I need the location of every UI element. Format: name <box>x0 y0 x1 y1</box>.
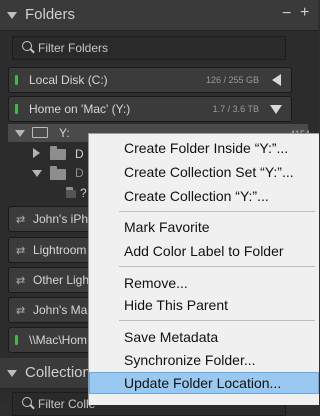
menu-item-create-collection[interactable]: Create Collection “Y:”... <box>89 185 319 207</box>
volume-status-icon <box>15 335 18 345</box>
sync-icon: ⇄ <box>16 275 26 287</box>
menu-item-label: Save Metadata <box>124 329 219 345</box>
menu-item-add-color-label[interactable]: Add Color Label to Folder <box>89 240 319 262</box>
sync-icon: ⇄ <box>16 245 26 257</box>
folders-title: Folders <box>25 6 76 23</box>
menu-item-remove[interactable]: Remove... <box>89 272 319 294</box>
menu-item-label: Remove... <box>124 275 188 291</box>
disclosure-triangle-icon[interactable] <box>32 170 42 177</box>
menu-separator <box>119 211 315 212</box>
menu-item-label: Update Folder Location... <box>124 375 282 391</box>
disclosure-triangle-icon[interactable] <box>33 148 40 158</box>
volume-name: Home on 'Mac' (Y:) <box>29 102 131 116</box>
menu-separator <box>119 320 315 321</box>
menu-item-label: Create Collection “Y:”... <box>124 188 269 204</box>
menu-item-mark-favorite[interactable]: Mark Favorite <box>89 216 319 238</box>
menu-item-synchronize-folder[interactable]: Synchronize Folder... <box>89 349 319 371</box>
filter-folders-placeholder: Filter Folders <box>38 41 109 55</box>
folder-label: D <box>75 147 84 161</box>
menu-item-label: Hide This Parent <box>124 297 229 313</box>
collapse-triangle-icon[interactable] <box>7 12 17 19</box>
search-icon <box>22 397 32 407</box>
volume-name: Lightroom <box>33 243 87 257</box>
folder-icon <box>50 166 66 180</box>
volume-local-disk[interactable]: Local Disk (C:) 126 / 255 GB <box>8 67 292 93</box>
menu-item-label: Create Folder Inside “Y:”... <box>124 140 289 156</box>
volume-name: John's Ma <box>33 303 88 317</box>
collapse-triangle-icon[interactable] <box>7 370 17 377</box>
folder-icon <box>50 146 66 160</box>
remove-folder-button[interactable]: − <box>282 5 291 23</box>
menu-item-label: Synchronize Folder... <box>124 352 256 368</box>
menu-item-save-metadata[interactable]: Save Metadata <box>89 326 319 348</box>
folder-icon <box>66 187 76 198</box>
search-icon <box>22 41 32 51</box>
expand-left-icon[interactable] <box>272 74 281 86</box>
context-menu: Create Folder Inside “Y:”... Create Coll… <box>88 133 319 405</box>
disclosure-triangle-icon[interactable] <box>15 130 25 137</box>
sync-icon: ⇄ <box>16 305 26 317</box>
menu-item-update-folder-location[interactable]: Update Folder Location... <box>89 372 319 394</box>
menu-item-create-folder-inside[interactable]: Create Folder Inside “Y:”... <box>89 137 319 159</box>
menu-item-label: Mark Favorite <box>124 219 210 235</box>
folder-label: Y: <box>59 126 70 140</box>
menu-item-create-collection-set[interactable]: Create Collection Set “Y:”... <box>89 161 319 183</box>
volume-status-icon <box>15 104 18 114</box>
volume-name: Local Disk (C:) <box>29 73 108 87</box>
volume-name: Other Ligh <box>33 273 90 287</box>
volume-name: \\Mac\Hom <box>29 333 88 347</box>
volume-size: 1.7 / 3.6 TB <box>212 104 259 114</box>
volume-home-mac[interactable]: Home on 'Mac' (Y:) 1.7 / 3.6 TB <box>8 96 292 122</box>
sync-icon: ⇄ <box>16 214 26 226</box>
menu-item-hide-this-parent[interactable]: Hide This Parent <box>89 294 319 316</box>
volume-size: 126 / 255 GB <box>205 75 259 85</box>
folders-header[interactable]: Folders − + <box>0 0 318 31</box>
add-folder-button[interactable]: + <box>300 4 309 22</box>
volume-status-icon <box>15 75 18 85</box>
folder-icon <box>32 127 48 138</box>
folder-label: D <box>75 166 84 180</box>
menu-item-label: Create Collection Set “Y:”... <box>124 164 294 180</box>
expand-down-icon[interactable] <box>270 105 282 114</box>
filter-collections-placeholder: Filter Colle <box>38 397 96 411</box>
folder-label: ? <box>80 186 87 200</box>
menu-separator <box>119 266 315 267</box>
menu-item-label: Add Color Label to Folder <box>124 243 284 259</box>
volume-name: John's iPh <box>33 212 88 226</box>
filter-folders-input[interactable]: Filter Folders <box>12 36 286 60</box>
